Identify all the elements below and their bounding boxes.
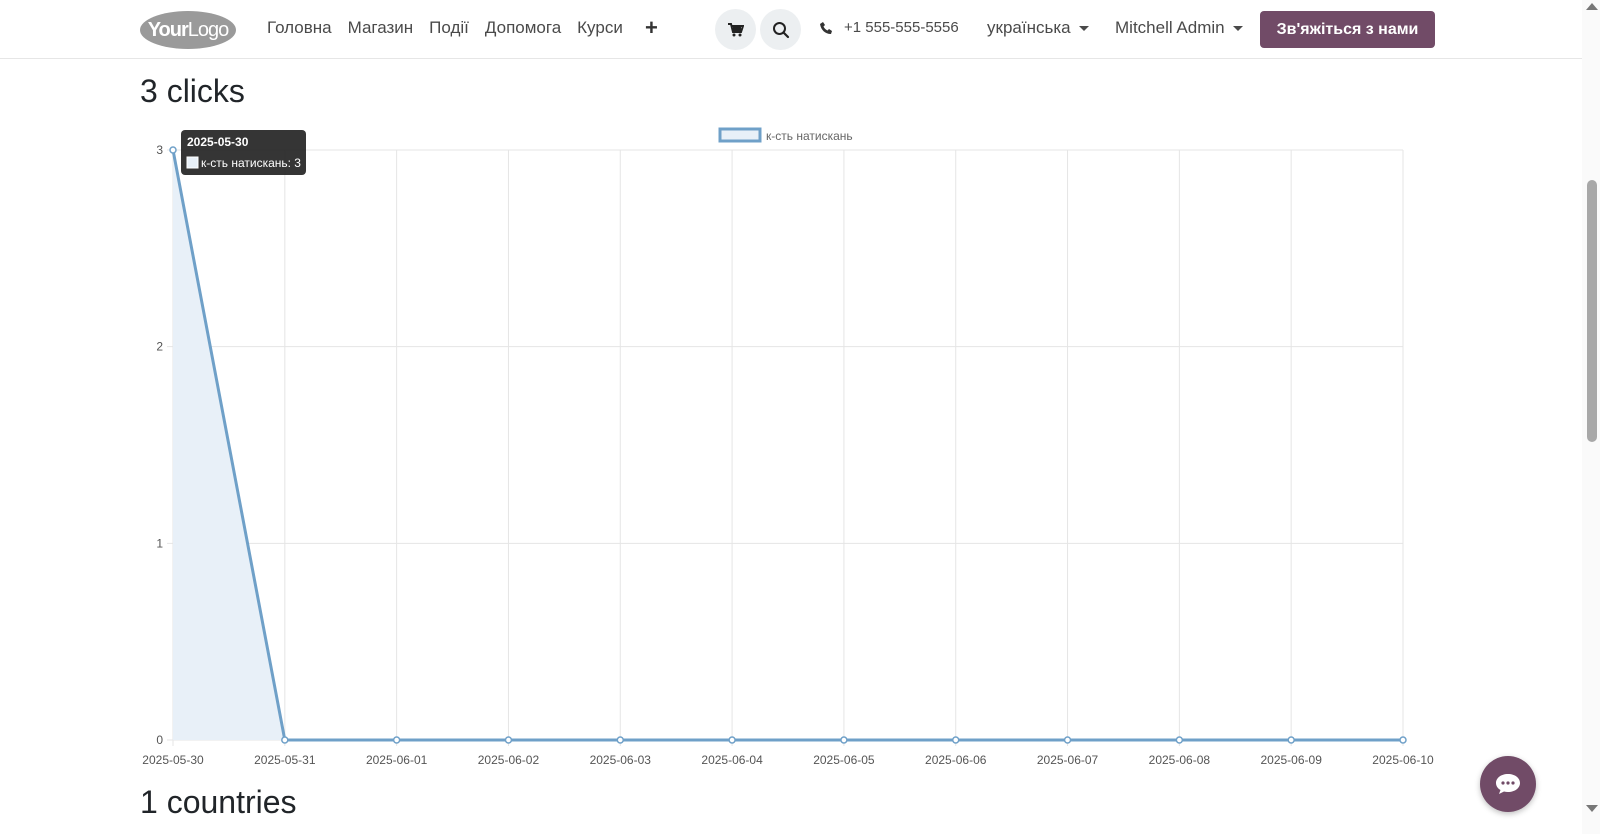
x-tick-label: 2025-06-09 [1260,753,1322,767]
x-tick-label: 2025-06-08 [1149,753,1211,767]
series-line [171,149,1403,742]
x-tick-label: 2025-06-03 [590,753,652,767]
data-point [1287,736,1295,744]
x-tick-label: 2025-06-04 [701,753,763,767]
phone-icon [820,21,832,34]
x-tick-label: 2025-05-30 [142,753,204,767]
chart-area-fill [173,150,1403,740]
data-point [616,736,625,744]
data-point [281,736,289,744]
y-tick-label: 3 [156,143,163,157]
chart-line [171,149,1403,742]
search-icon [772,21,789,38]
x-tick-label: 2025-06-05 [813,753,875,767]
chart-points [169,146,1407,744]
data-point [1175,736,1184,744]
nav-item-courses[interactable]: Курси [577,18,623,38]
scroll-thumb[interactable] [1587,180,1597,442]
y-tick-label: 1 [156,536,163,550]
nav-item-help[interactable]: Допомога [485,18,561,38]
x-tick-label: 2025-06-10 [1372,753,1434,767]
clicks-title: 3 clicks [140,73,245,109]
x-tick-label: 2025-06-07 [1037,753,1099,767]
add-menu-item-icon[interactable]: + [645,15,658,41]
logo-text-light: Logo [187,18,229,41]
user-name: Mitchell Admin [1115,18,1225,37]
user-menu[interactable]: Mitchell Admin [1115,18,1243,38]
x-tick-label: 2025-06-01 [366,753,428,767]
search-button[interactable] [760,9,801,50]
top-navbar: Your Logo Головна Магазин Події Допомога … [0,0,1582,59]
data-point [728,736,736,744]
chevron-down-icon [1078,25,1089,31]
tooltip-swatch [186,156,199,169]
tooltip-title: 2025-05-30 [187,135,249,149]
scroll-down-icon[interactable] [1586,805,1598,812]
data-point [951,736,960,744]
legend-swatch [718,127,762,143]
chat-bubble-icon [1496,774,1520,794]
x-tick-label: 2025-06-02 [478,753,540,767]
contact-us-button[interactable]: Зв'яжіться з нами [1260,11,1435,48]
tooltip-text: к-сть натискань: 3 [201,156,301,170]
data-point [840,736,848,744]
data-point [504,736,513,744]
chart-grid [167,149,1404,746]
y-tick-label: 2 [156,340,163,354]
data-point [169,146,177,154]
x-tick-labels: 2025-05-30 2025-05-31 2025-06-01 2025-06-02… [142,753,1434,767]
scroll-up-icon[interactable] [1586,3,1598,10]
phone-link[interactable]: +1 555-555-5556 [820,19,959,36]
nav-item-events[interactable]: Події [429,18,469,38]
series-area [173,150,1403,740]
chart-legend[interactable]: к-сть натискань [718,127,853,143]
logo-text-bold: Your [147,18,189,41]
main-menu: Головна Магазин Події Допомога Курси [267,18,623,38]
nav-item-shop[interactable]: Магазин [348,18,414,38]
y-tick-label: 0 [156,733,163,747]
nav-item-home[interactable]: Головна [267,18,332,38]
page-scrollbar[interactable] [1582,0,1600,834]
chart-tooltip: 2025-05-30 к-сть натискань: 3 [181,130,306,175]
clicks-chart: 0123 2025-05-30 2025-05-31 2025-06-01 2025-… [142,127,1434,767]
data-point [1063,736,1072,744]
language-selector[interactable]: українська [987,18,1089,38]
live-chat-button[interactable] [1480,756,1536,812]
countries-title: 1 countries [140,784,297,820]
legend-label: к-сть натискань [766,129,853,143]
phone-number: +1 555-555-5556 [844,19,959,36]
data-point [392,736,401,744]
data-point [1399,736,1407,744]
cart-button[interactable] [715,9,756,50]
cart-icon [727,22,744,36]
x-tick-label: 2025-05-31 [254,753,316,767]
chevron-down-icon [1232,25,1243,31]
site-logo[interactable]: Your Logo [140,11,236,49]
x-tick-label: 2025-06-06 [925,753,987,767]
y-tick-labels: 0 1 2 3 [156,143,163,747]
language-label: українська [987,18,1071,37]
